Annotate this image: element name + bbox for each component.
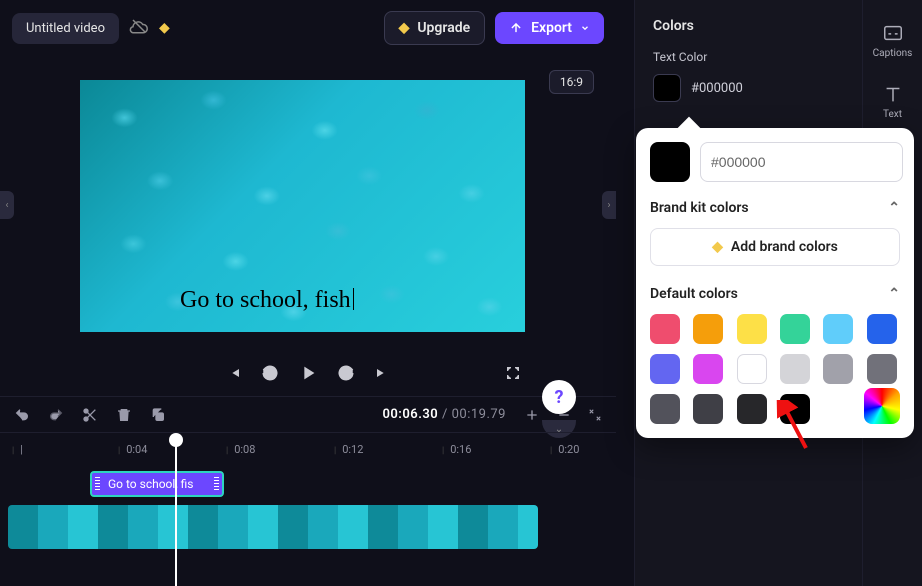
project-title[interactable]: Untitled video <box>12 13 119 44</box>
ruler-tick: 0:20 <box>550 443 579 456</box>
sync-icon[interactable] <box>129 17 149 39</box>
premium-badge-icon: ◆ <box>159 20 170 36</box>
hex-input[interactable] <box>700 142 903 182</box>
text-tab[interactable]: Text <box>882 75 904 128</box>
skip-end-button[interactable] <box>373 365 389 381</box>
custom-color-button[interactable] <box>864 388 900 424</box>
color-swatch[interactable] <box>693 314 723 344</box>
default-colors-heading: Default colors <box>650 286 738 302</box>
upgrade-button[interactable]: ◆ Upgrade <box>384 11 486 45</box>
right-panel-toggle[interactable]: › <box>602 191 616 219</box>
ruler-tick: | <box>12 443 23 456</box>
ruler-tick: 0:12 <box>334 443 363 456</box>
aspect-ratio-button[interactable]: 16:9 <box>549 70 594 94</box>
upgrade-label: Upgrade <box>417 20 470 36</box>
chevron-down-icon <box>580 23 590 33</box>
fit-timeline-button[interactable] <box>588 408 602 422</box>
time-display: 00:06.30 / 00:19.79 <box>382 407 506 422</box>
undo-button[interactable] <box>14 407 30 423</box>
add-brand-colors-button[interactable]: ◆ Add brand colors <box>650 228 900 266</box>
color-swatch[interactable] <box>867 314 897 344</box>
color-swatch[interactable] <box>823 354 853 384</box>
default-section-toggle[interactable]: ⌃ <box>888 286 900 302</box>
text-clip[interactable]: Go to school, fis <box>90 471 224 497</box>
color-swatch[interactable] <box>737 394 767 424</box>
text-color-swatch[interactable] <box>653 74 681 102</box>
color-swatch[interactable] <box>780 354 810 384</box>
duplicate-button[interactable] <box>150 407 166 423</box>
color-swatch[interactable] <box>650 394 680 424</box>
color-swatch[interactable] <box>823 314 853 344</box>
color-swatch[interactable] <box>780 394 810 424</box>
split-button[interactable] <box>82 407 98 423</box>
video-preview[interactable]: Go to school, fish <box>80 80 525 332</box>
ruler-tick: 0:16 <box>442 443 471 456</box>
upload-icon <box>509 21 523 35</box>
delete-button[interactable] <box>116 407 132 423</box>
text-label: Text <box>883 109 902 120</box>
color-swatch[interactable] <box>693 394 723 424</box>
color-picker-popover: Brand kit colors ⌃ ◆ Add brand colors De… <box>636 128 914 438</box>
export-button[interactable]: Export <box>495 12 604 44</box>
project-title-text: Untitled video <box>26 21 105 36</box>
brand-kit-heading: Brand kit colors <box>650 200 749 216</box>
left-panel-toggle[interactable]: ‹ <box>0 191 14 219</box>
redo-button[interactable] <box>48 407 64 423</box>
text-clip-label: Go to school, fis <box>108 477 194 491</box>
default-color-grid <box>650 314 900 424</box>
forward-5-button[interactable]: 5 <box>337 364 355 382</box>
captions-label: Captions <box>873 48 913 59</box>
ruler-tick: 0:08 <box>226 443 255 456</box>
timeline[interactable]: | 0:04 0:08 0:12 0:16 0:20 Go to school,… <box>0 432 616 586</box>
export-label: Export <box>531 20 572 36</box>
rewind-5-button[interactable]: 5 <box>261 364 279 382</box>
playhead[interactable] <box>175 439 177 586</box>
color-swatch[interactable] <box>650 354 680 384</box>
captions-tab[interactable]: Captions <box>873 14 913 67</box>
aspect-ratio-label: 16:9 <box>560 75 583 89</box>
diamond-icon: ◆ <box>399 20 410 36</box>
diamond-icon: ◆ <box>712 239 723 255</box>
text-color-value: #000000 <box>691 81 743 96</box>
skip-start-button[interactable] <box>227 365 243 381</box>
color-swatch[interactable] <box>780 314 810 344</box>
video-clip[interactable] <box>8 505 538 549</box>
brand-section-toggle[interactable]: ⌃ <box>888 200 900 216</box>
color-swatch[interactable] <box>650 314 680 344</box>
preview-text-overlay[interactable]: Go to school, fish <box>180 287 354 314</box>
play-button[interactable] <box>297 362 319 384</box>
add-brand-label: Add brand colors <box>731 239 838 255</box>
help-button[interactable]: ? <box>542 380 576 414</box>
fullscreen-button[interactable] <box>505 365 521 381</box>
add-track-button[interactable] <box>524 407 540 423</box>
text-color-label: Text Color <box>653 50 862 64</box>
current-color-swatch[interactable] <box>650 142 690 182</box>
panel-heading: Colors <box>653 18 862 34</box>
color-swatch[interactable] <box>737 354 767 384</box>
color-swatch[interactable] <box>693 354 723 384</box>
text-color-row[interactable]: #000000 <box>653 74 862 102</box>
color-swatch[interactable] <box>737 314 767 344</box>
timeline-ruler[interactable]: | 0:04 0:08 0:12 0:16 0:20 <box>0 441 616 463</box>
ruler-tick: 0:04 <box>118 443 147 456</box>
color-swatch[interactable] <box>867 354 897 384</box>
